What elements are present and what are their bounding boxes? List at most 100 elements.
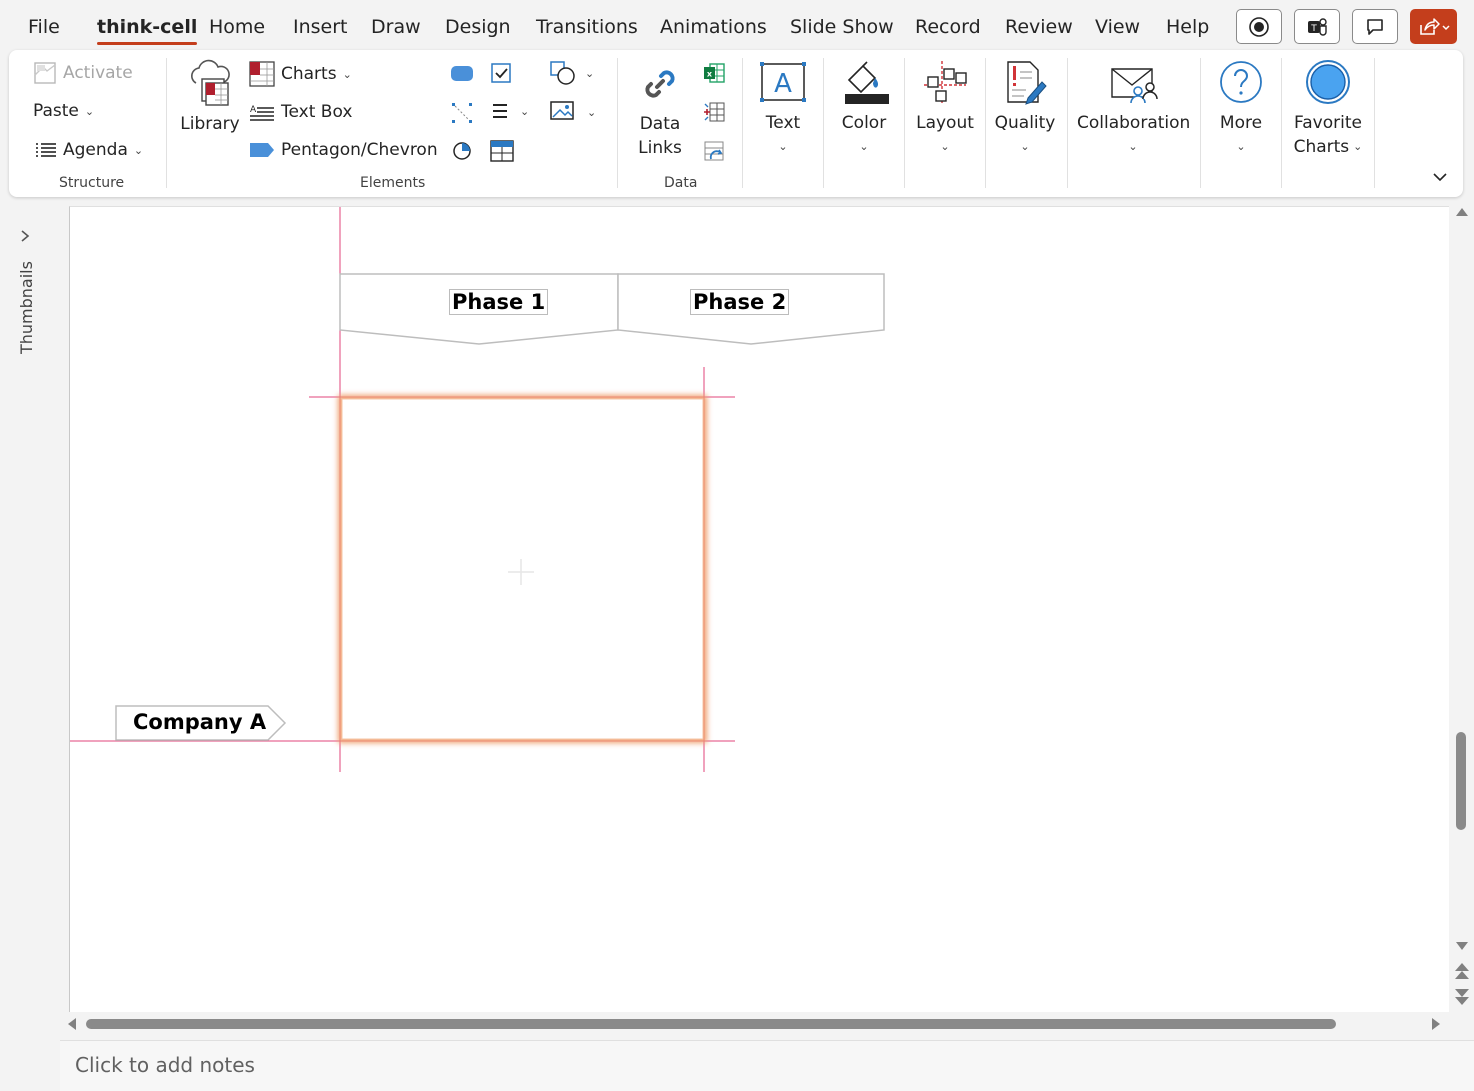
chevron-down-icon: ⌄ bbox=[587, 105, 597, 119]
harvey-ball-button[interactable] bbox=[451, 140, 473, 166]
slide-canvas[interactable]: Phase 1 Phase 2 Company A bbox=[69, 206, 1449, 1012]
group-separator bbox=[742, 58, 743, 188]
chevron-down-icon bbox=[1433, 173, 1447, 182]
svg-text:x: x bbox=[707, 70, 713, 79]
notes-placeholder[interactable]: Click to add notes bbox=[75, 1053, 255, 1077]
menu-home[interactable]: Home bbox=[209, 16, 265, 38]
connector-button[interactable] bbox=[450, 101, 474, 129]
comments-button[interactable] bbox=[1352, 9, 1398, 44]
data-links-label-2: Links bbox=[638, 138, 682, 158]
menu-design[interactable]: Design bbox=[445, 16, 511, 38]
thumbnails-label[interactable]: Thumbnails bbox=[17, 261, 36, 354]
phase-2-label[interactable]: Phase 2 bbox=[690, 289, 790, 315]
company-a-label[interactable]: Company A bbox=[133, 710, 266, 734]
chevron-right-icon bbox=[21, 230, 30, 242]
menu-animations[interactable]: Animations bbox=[660, 16, 767, 38]
chevron-down-icon: ⌄ bbox=[585, 66, 595, 80]
agenda-label: Agenda bbox=[63, 140, 128, 160]
charts-icon bbox=[249, 61, 275, 87]
checkbox-button[interactable] bbox=[490, 62, 512, 88]
ribbon-collapse-button[interactable] bbox=[1432, 168, 1448, 187]
notes-pane[interactable]: Click to add notes bbox=[60, 1040, 1474, 1091]
library-button[interactable]: Library bbox=[177, 56, 243, 136]
harvey-ball-icon bbox=[453, 142, 471, 160]
expand-thumbnails-button[interactable] bbox=[18, 228, 32, 247]
pentagon-icon bbox=[250, 143, 274, 157]
chevron-down-icon: ⌄ bbox=[133, 143, 144, 157]
record-button[interactable] bbox=[1236, 9, 1282, 44]
teams-button[interactable]: T bbox=[1294, 9, 1340, 44]
menu-think-cell[interactable]: think-cell bbox=[97, 16, 198, 45]
charts-label: Charts bbox=[281, 64, 337, 84]
layout-button[interactable]: Layout ⌄ bbox=[915, 56, 975, 159]
data-links-button[interactable]: Data Links bbox=[631, 56, 689, 160]
data-update-icon bbox=[704, 141, 724, 161]
menu-review[interactable]: Review bbox=[1005, 16, 1073, 38]
menu-view[interactable]: View bbox=[1095, 16, 1140, 38]
rounded-rectangle-button[interactable] bbox=[450, 62, 474, 88]
collaboration-label: Collaboration bbox=[1077, 113, 1191, 133]
more-button[interactable]: More ⌄ bbox=[1211, 56, 1271, 159]
paint-bucket-icon bbox=[845, 61, 889, 104]
group-separator bbox=[1281, 58, 1282, 188]
scroll-up-arrow-icon[interactable] bbox=[1455, 206, 1469, 218]
horizontal-scroll-thumb[interactable] bbox=[86, 1019, 1336, 1029]
align-icon bbox=[493, 104, 507, 118]
favorite-charts-label-1: Favorite bbox=[1294, 113, 1362, 133]
vertical-scroll-thumb[interactable] bbox=[1456, 732, 1466, 830]
pentagon-chevron-button[interactable]: Pentagon/Chevron bbox=[249, 140, 438, 160]
scroll-right-arrow-icon[interactable] bbox=[1430, 1017, 1442, 1031]
selected-box[interactable] bbox=[341, 398, 704, 740]
next-slide-icon[interactable] bbox=[1454, 988, 1470, 1006]
color-label: Color bbox=[841, 113, 887, 133]
picture-button[interactable]: ⌄ bbox=[549, 100, 596, 124]
align-button[interactable]: ⌄ bbox=[490, 101, 529, 121]
layout-label: Layout bbox=[916, 113, 974, 133]
agenda-button[interactable]: Agenda ⌄ bbox=[35, 140, 143, 160]
menu-transitions[interactable]: Transitions bbox=[536, 16, 638, 38]
table-button[interactable] bbox=[489, 139, 515, 167]
chevron-down-icon: ⌄ bbox=[1128, 140, 1138, 153]
group-label-data: Data bbox=[664, 175, 698, 191]
favorite-charts-label-2: Charts bbox=[1293, 137, 1350, 157]
menu-help[interactable]: Help bbox=[1166, 16, 1209, 38]
menu-draw[interactable]: Draw bbox=[371, 16, 421, 38]
menu-slide-show[interactable]: Slide Show bbox=[790, 16, 894, 38]
favorite-charts-button[interactable]: Favorite Charts ⌄ bbox=[1289, 56, 1367, 159]
svg-text:A: A bbox=[774, 69, 792, 99]
menu-record[interactable]: Record bbox=[915, 16, 981, 38]
menu-insert[interactable]: Insert bbox=[293, 16, 348, 38]
chevron-down-icon: ⌄ bbox=[1353, 140, 1363, 153]
scroll-down-arrow-icon[interactable] bbox=[1455, 940, 1469, 952]
previous-slide-icon[interactable] bbox=[1454, 962, 1470, 980]
text-box-button[interactable]: A Text Box bbox=[249, 102, 352, 122]
scroll-left-arrow-icon[interactable] bbox=[66, 1017, 78, 1031]
shapes-button[interactable]: ⌄ bbox=[549, 60, 594, 86]
chevron-down-icon: ⌄ bbox=[940, 140, 950, 153]
group-separator bbox=[1067, 58, 1068, 188]
text-button[interactable]: A Text ⌄ bbox=[753, 56, 813, 159]
excel-data-button[interactable]: x bbox=[702, 61, 726, 89]
menu-file[interactable]: File bbox=[28, 16, 60, 38]
charts-button[interactable]: Charts ⌄ bbox=[249, 61, 352, 87]
rounded-rectangle-icon bbox=[451, 66, 473, 81]
vertical-scrollbar[interactable] bbox=[1450, 204, 1474, 1012]
data-update-button[interactable] bbox=[702, 139, 726, 167]
paste-button[interactable]: Paste ⌄ bbox=[33, 101, 94, 121]
chevron-down-icon: ⌄ bbox=[1020, 140, 1030, 153]
library-label: Library bbox=[180, 114, 240, 134]
data-sheet-button[interactable] bbox=[702, 100, 726, 128]
library-icon bbox=[191, 59, 230, 106]
quality-button[interactable]: Quality ⌄ bbox=[993, 56, 1057, 159]
color-button[interactable]: Color ⌄ bbox=[834, 56, 894, 159]
shapes-icon bbox=[550, 61, 575, 85]
chevron-down-icon: ⌄ bbox=[342, 67, 352, 81]
phase-1-label[interactable]: Phase 1 bbox=[449, 289, 549, 315]
horizontal-scrollbar[interactable] bbox=[60, 1012, 1450, 1036]
activate-button[interactable]: Activate bbox=[33, 61, 133, 85]
link-icon bbox=[645, 70, 675, 98]
more-label: More bbox=[1219, 113, 1263, 133]
collaboration-button[interactable]: Collaboration ⌄ bbox=[1077, 56, 1191, 159]
share-button[interactable] bbox=[1410, 9, 1457, 44]
chevron-down-icon: ⌄ bbox=[1236, 140, 1246, 153]
